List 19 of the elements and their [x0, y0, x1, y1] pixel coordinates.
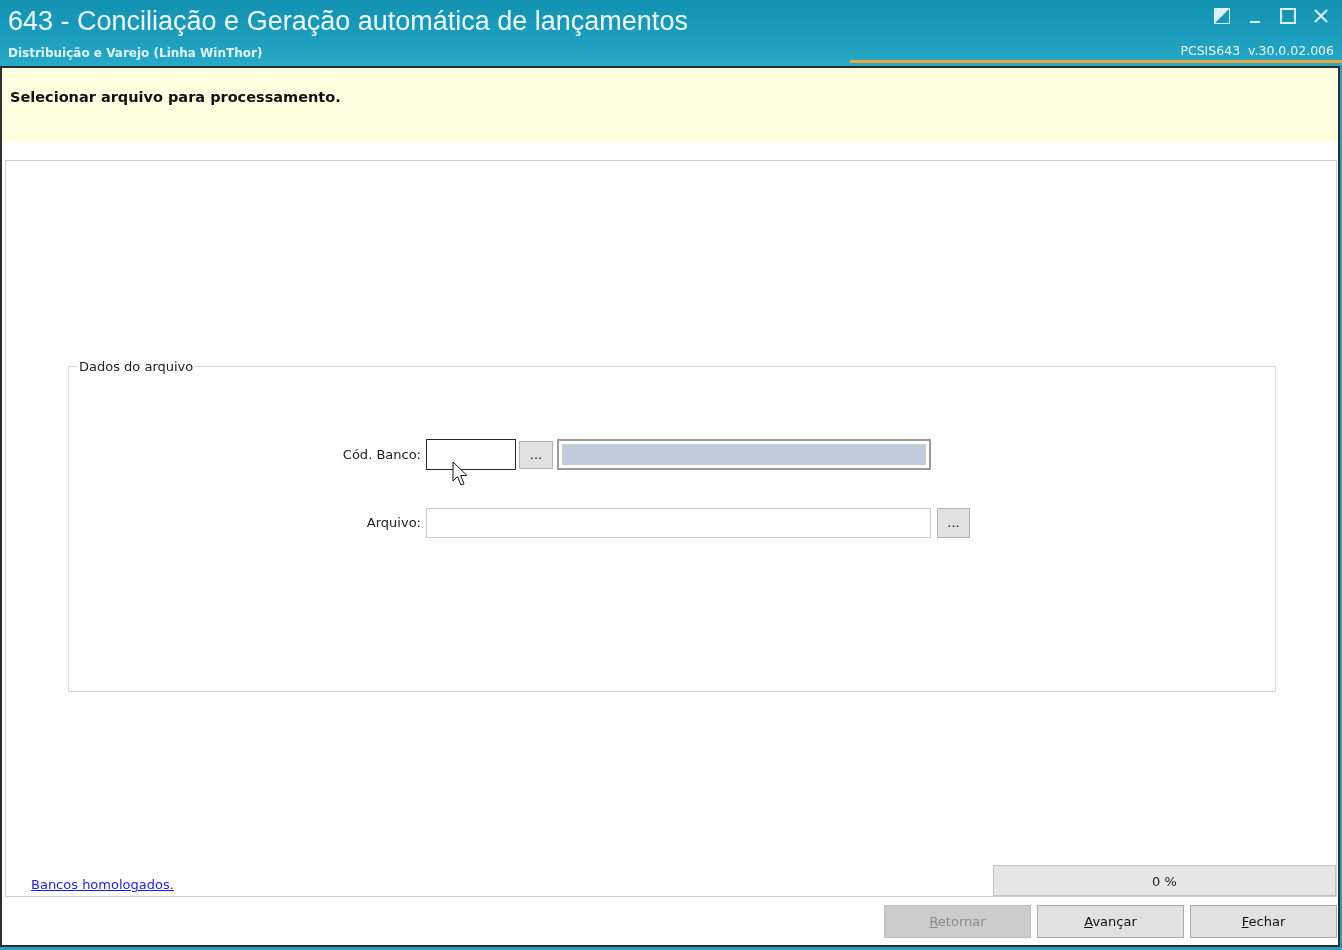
browse-button[interactable]: ... [519, 440, 553, 469]
diagonal-square-icon[interactable] [1214, 8, 1230, 24]
field-label: Arquivo: [366, 515, 421, 530]
mouse-pointer-icon [452, 461, 469, 487]
close-icon[interactable] [1313, 8, 1329, 24]
browse-button[interactable]: ... [937, 507, 970, 538]
action-button[interactable]: Avançar [1037, 905, 1184, 938]
group-title: Dados do arquivo [78, 359, 195, 374]
window-subtitle: Distribuição e Varejo (Linha WinThor) [8, 46, 263, 60]
field-label: Cód. Banco: [342, 447, 421, 462]
instruction-text: Selecionar arquivo para processamento. [10, 89, 341, 105]
action-button[interactable]: Fechar [1190, 905, 1337, 938]
file-path-input[interactable] [426, 507, 931, 538]
progress-reading: 0 % [1152, 873, 1177, 888]
version-label: PCSIS643 v.30.0.02.006 [1180, 43, 1334, 58]
window-title: 643 - Conciliação e Geração automática de lançamentos [8, 5, 688, 37]
bank-code-input[interactable] [426, 439, 516, 470]
approved-banks-link[interactable]: Bancos homologados. [31, 877, 174, 892]
maximize-icon[interactable] [1280, 8, 1296, 24]
